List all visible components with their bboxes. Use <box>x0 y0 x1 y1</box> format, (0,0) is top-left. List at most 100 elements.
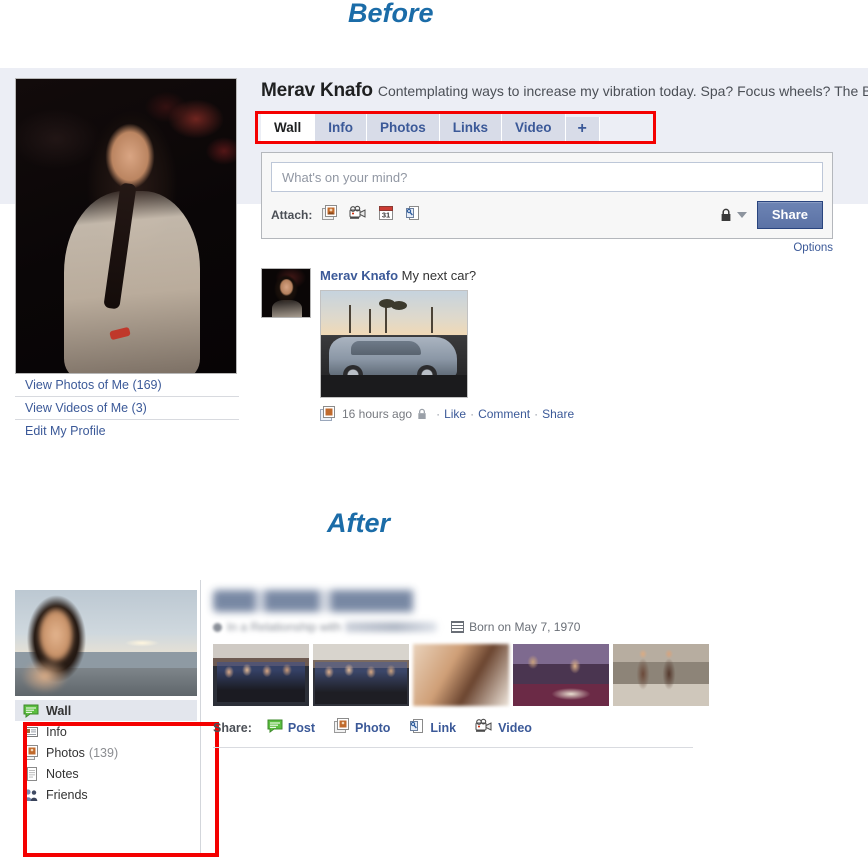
story-avatar[interactable] <box>261 268 311 318</box>
sidebar-item-wall[interactable]: Wall <box>15 700 197 721</box>
relationship-text: In a Relationship with <box>227 620 342 634</box>
chevron-down-icon <box>736 212 747 218</box>
sidebar-item-info[interactable]: Info <box>15 721 197 742</box>
after-profile-meta: In a Relationship with Born on May 7, 19… <box>213 620 863 634</box>
share-item-label: Post <box>287 720 315 735</box>
story-text: My next car? <box>401 268 477 283</box>
share-item-label: Video <box>498 720 532 735</box>
avatar-body <box>272 300 302 317</box>
tab-info[interactable]: Info <box>315 114 368 142</box>
photo-thumbnail[interactable] <box>213 644 309 706</box>
after-profile-photo[interactable] <box>15 590 197 696</box>
sidebar-item-count: (139) <box>88 745 119 760</box>
share-item-label: Link <box>430 720 457 735</box>
story-share-link[interactable]: Share <box>542 407 574 421</box>
photos-icon <box>23 744 39 761</box>
tab-links[interactable]: Links <box>439 114 503 142</box>
before-right-column: Merav Knafo Contemplating ways to increas… <box>255 68 868 422</box>
link-icon <box>409 718 425 737</box>
photo-icon <box>334 718 350 737</box>
relationship-partner-blurred <box>345 622 438 632</box>
sidebar-item-label: Info <box>46 724 67 739</box>
photo-sky <box>321 291 467 335</box>
svg-text:31: 31 <box>382 210 390 219</box>
sidebar-item-label: Photos <box>46 745 85 760</box>
wall-icon <box>23 703 39 719</box>
photo-thumbnail-strip <box>213 644 863 706</box>
notes-icon <box>23 766 39 782</box>
view-photos-of-me-link[interactable]: View Photos of Me (169) <box>15 374 239 397</box>
attach-label: Attach: <box>271 208 313 222</box>
after-profile-name-blurred <box>213 590 427 612</box>
post-icon <box>267 718 283 737</box>
before-tab-bar: Wall Info Photos Links Video + <box>261 113 600 142</box>
story-photo-icon <box>320 406 336 422</box>
share-button[interactable]: Share <box>756 201 823 229</box>
share-photo-button[interactable]: Photo <box>329 718 390 737</box>
tab-wall[interactable]: Wall <box>261 114 316 142</box>
share-row: Share: Post Photo Link Video <box>213 718 863 737</box>
info-icon <box>23 724 39 740</box>
share-link-button[interactable]: Link <box>404 718 456 737</box>
story-comment-link[interactable]: Comment <box>478 407 530 421</box>
share-post-button[interactable]: Post <box>262 718 315 737</box>
video-icon <box>475 718 493 737</box>
story-photo[interactable] <box>320 290 468 398</box>
tab-video[interactable]: Video <box>502 114 566 142</box>
calendar-icon <box>451 621 465 633</box>
avatar-face <box>279 279 294 297</box>
photo-sun-glow <box>119 638 165 648</box>
palm-trunk <box>369 309 371 333</box>
separator-dot: · <box>534 407 539 421</box>
before-tab-bar-wrapper: Wall Info Photos Links Video + <box>255 111 868 144</box>
before-profile-photo[interactable] <box>15 78 237 374</box>
tab-photos[interactable]: Photos <box>367 114 440 142</box>
after-section-caption: After <box>327 508 391 538</box>
sidebar-item-label: Friends <box>46 787 88 802</box>
photo-shoulder <box>17 656 73 696</box>
before-side-links: View Photos of Me (169) View Videos of M… <box>15 374 239 442</box>
story-timestamp: 16 hours ago <box>342 407 413 421</box>
edit-my-profile-link[interactable]: Edit My Profile <box>15 420 239 442</box>
share-video-button[interactable]: Video <box>470 718 532 737</box>
sidebar-item-label: Wall <box>46 703 72 718</box>
photo-body <box>64 191 200 373</box>
link-icon[interactable] <box>405 205 421 226</box>
privacy-selector[interactable] <box>720 208 747 222</box>
wall-story: Merav Knafo My next car? 16 hours ago · … <box>261 268 862 422</box>
column-divider <box>200 580 201 857</box>
sidebar-item-notes[interactable]: Notes <box>15 763 197 784</box>
lock-icon <box>721 208 731 221</box>
before-section-caption: Before <box>348 0 434 28</box>
event-calendar-icon[interactable]: 31 <box>378 205 394 226</box>
after-left-column: Wall Info Photos (139) Notes Friends <box>15 590 219 857</box>
palm-trunk <box>431 307 433 333</box>
after-profile-panel: Wall Info Photos (139) Notes Friends In … <box>0 580 868 857</box>
options-link[interactable]: Options <box>261 242 833 254</box>
profile-status-text: Contemplating ways to increase my vibrat… <box>377 83 868 99</box>
screenshot-root: Before View Photos of Me (169) View Vide… <box>0 0 868 857</box>
sidebar-item-friends[interactable]: Friends <box>15 784 197 805</box>
story-like-link[interactable]: Like <box>444 407 466 421</box>
sidebar-item-photos[interactable]: Photos (139) <box>15 742 197 763</box>
status-input[interactable]: What's on your mind? <box>271 162 823 192</box>
photo-thumbnail[interactable] <box>313 644 409 706</box>
share-row-divider <box>213 747 693 748</box>
view-videos-of-me-link[interactable]: View Videos of Me (3) <box>15 397 239 420</box>
palm-trunk <box>349 305 351 333</box>
separator-dot: · <box>470 407 475 421</box>
car-window <box>351 341 421 355</box>
photo-icon[interactable] <box>322 204 338 226</box>
photo-ground <box>321 375 467 397</box>
story-author-link[interactable]: Merav Knafo <box>320 268 398 283</box>
birthday-text: Born on May 7, 1970 <box>469 620 581 634</box>
after-right-column: In a Relationship with Born on May 7, 19… <box>213 590 863 748</box>
tab-add-button[interactable]: + <box>565 117 600 142</box>
photo-thumbnail[interactable] <box>513 644 609 706</box>
after-profile-menu: Wall Info Photos (139) Notes Friends <box>15 700 197 805</box>
share-label: Share: <box>213 720 252 735</box>
photo-thumbnail[interactable] <box>613 644 709 706</box>
video-icon[interactable] <box>349 205 367 226</box>
before-profile-panel: View Photos of Me (169) View Videos of M… <box>0 68 868 443</box>
photo-thumbnail[interactable] <box>413 644 509 706</box>
